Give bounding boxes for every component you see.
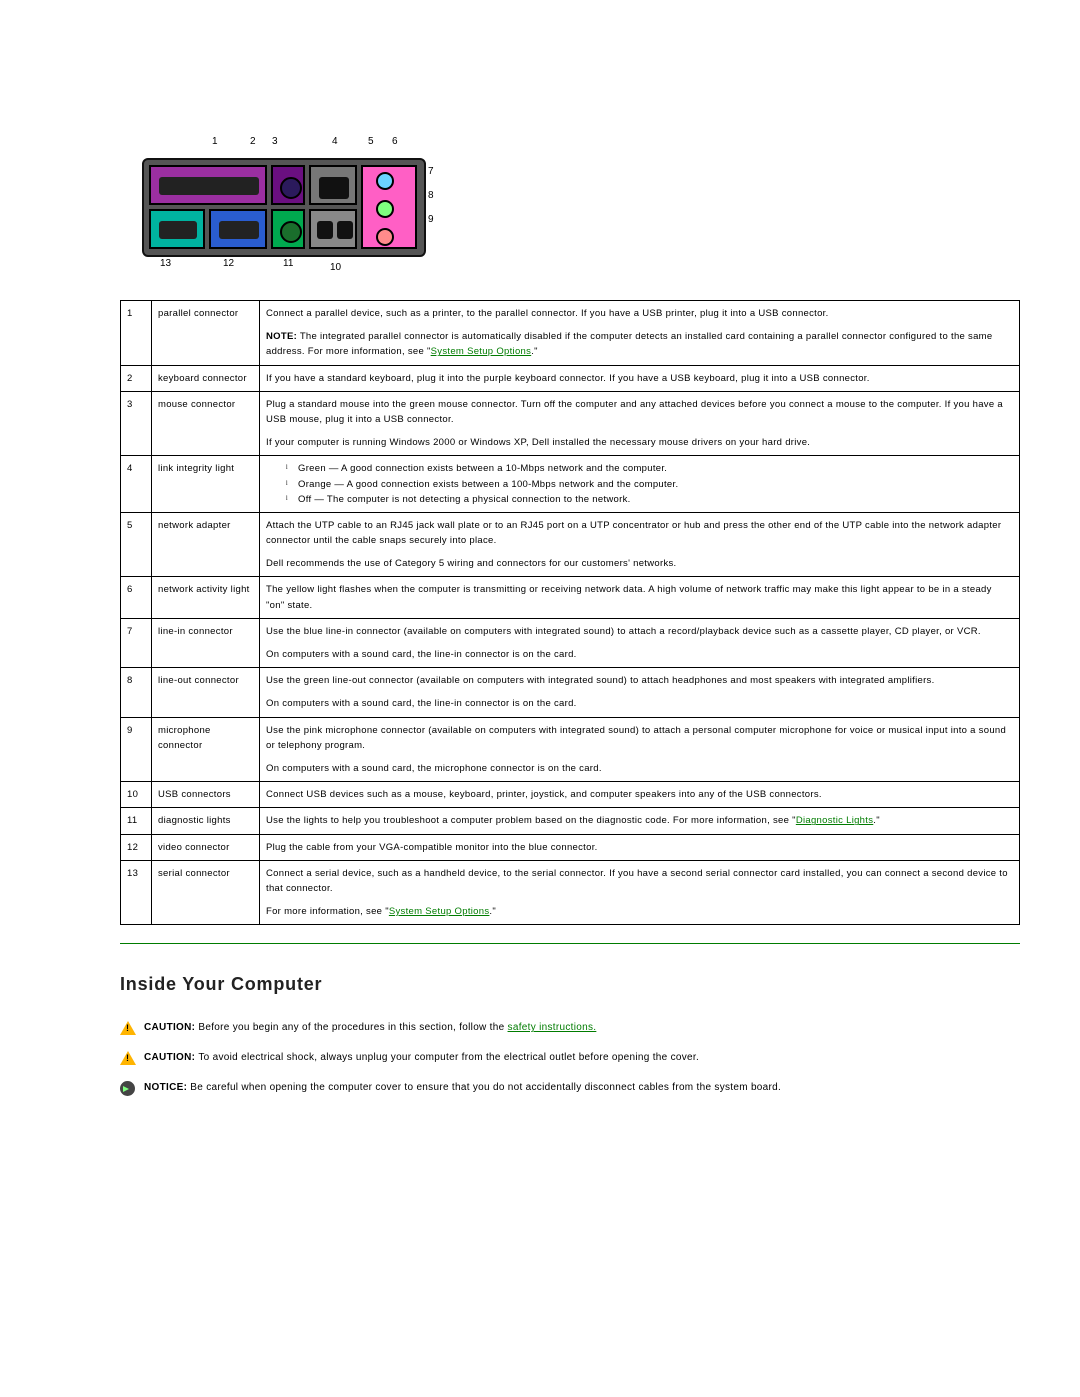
callout-4: 4: [332, 136, 338, 147]
video-port-icon: [209, 209, 267, 249]
section-heading: Inside Your Computer: [120, 974, 1020, 995]
row-number: 5: [121, 512, 152, 577]
notice-alert: NOTICE: Be careful when opening the comp…: [120, 1080, 1020, 1096]
document-page: 1 2 3 4 5 6 7 8 9 10 11 12 13 1 parallel…: [0, 0, 1080, 1170]
row-desc: Connect USB devices such as a mouse, key…: [260, 782, 1020, 808]
system-setup-link[interactable]: System Setup Options: [389, 906, 490, 917]
row-label: link integrity light: [152, 456, 260, 513]
table-row: 11 diagnostic lights Use the lights to h…: [121, 808, 1020, 834]
row-desc: Attach the UTP cable to an RJ45 jack wal…: [260, 512, 1020, 577]
row-label: parallel connector: [152, 301, 260, 366]
row-desc: Use the pink microphone connector (avail…: [260, 717, 1020, 782]
row-desc: Use the lights to help you troubleshoot …: [260, 808, 1020, 834]
callout-3: 3: [272, 136, 278, 147]
notice-icon: [120, 1081, 136, 1096]
parallel-port-icon: [149, 165, 267, 205]
section-divider: [120, 943, 1020, 944]
keyboard-port-icon: [271, 165, 305, 205]
diagnostic-lights-link[interactable]: Diagnostic Lights: [796, 815, 873, 826]
table-row: 9 microphone connector Use the pink micr…: [121, 717, 1020, 782]
connector-diagram: 1 2 3 4 5 6 7 8 9 10 11 12 13: [130, 130, 1020, 270]
line-out-jack-icon: [376, 200, 394, 218]
row-label: network activity light: [152, 577, 260, 618]
callout-9: 9: [428, 214, 434, 225]
row-label: mouse connector: [152, 391, 260, 456]
callout-8: 8: [428, 190, 434, 201]
safety-instructions-link[interactable]: safety instructions.: [508, 1022, 597, 1033]
table-row: 2 keyboard connector If you have a stand…: [121, 365, 1020, 391]
connector-table: 1 parallel connector Connect a parallel …: [120, 300, 1020, 925]
row-desc: Connect a parallel device, such as a pri…: [260, 301, 1020, 366]
row-number: 2: [121, 365, 152, 391]
table-row: 5 network adapter Attach the UTP cable t…: [121, 512, 1020, 577]
row-number: 10: [121, 782, 152, 808]
caution-icon: [120, 1051, 136, 1066]
caution-alert: CAUTION: To avoid electrical shock, alwa…: [120, 1050, 1020, 1066]
callout-13: 13: [160, 258, 171, 269]
callout-6: 6: [392, 136, 398, 147]
table-row: 3 mouse connector Plug a standard mouse …: [121, 391, 1020, 456]
callout-11: 11: [283, 258, 293, 269]
row-number: 3: [121, 391, 152, 456]
row-number: 11: [121, 808, 152, 834]
row-desc: Use the green line-out connector (availa…: [260, 668, 1020, 717]
row-desc: Connect a serial device, such as a handh…: [260, 860, 1020, 925]
row-number: 1: [121, 301, 152, 366]
callout-12: 12: [223, 258, 234, 269]
row-label: line-out connector: [152, 668, 260, 717]
callout-1: 1: [212, 136, 218, 147]
back-panel: [142, 158, 426, 257]
caution-alert: CAUTION: Before you begin any of the pro…: [120, 1020, 1020, 1036]
row-desc: If you have a standard keyboard, plug it…: [260, 365, 1020, 391]
callout-2: 2: [250, 136, 256, 147]
network-port-icon: [309, 165, 357, 205]
table-row: 7 line-in connector Use the blue line-in…: [121, 618, 1020, 667]
table-row: 8 line-out connector Use the green line-…: [121, 668, 1020, 717]
row-number: 6: [121, 577, 152, 618]
table-row: 10 USB connectors Connect USB devices su…: [121, 782, 1020, 808]
table-row: 12 video connector Plug the cable from y…: [121, 834, 1020, 860]
row-label: line-in connector: [152, 618, 260, 667]
system-setup-link[interactable]: System Setup Options: [431, 346, 532, 357]
serial-port-icon: [149, 209, 205, 249]
row-desc: Plug a standard mouse into the green mou…: [260, 391, 1020, 456]
row-desc: Use the blue line-in connector (availabl…: [260, 618, 1020, 667]
table-row: 1 parallel connector Connect a parallel …: [121, 301, 1020, 366]
row-label: USB connectors: [152, 782, 260, 808]
row-number: 12: [121, 834, 152, 860]
callout-5: 5: [368, 136, 374, 147]
table-row: 6 network activity light The yellow ligh…: [121, 577, 1020, 618]
row-number: 8: [121, 668, 152, 717]
row-desc: Green — A good connection exists between…: [260, 456, 1020, 513]
row-number: 9: [121, 717, 152, 782]
row-label: keyboard connector: [152, 365, 260, 391]
table-row: 13 serial connector Connect a serial dev…: [121, 860, 1020, 925]
caution-icon: [120, 1021, 136, 1036]
row-label: diagnostic lights: [152, 808, 260, 834]
mic-jack-icon: [376, 228, 394, 246]
row-label: video connector: [152, 834, 260, 860]
row-label: serial connector: [152, 860, 260, 925]
row-desc: Plug the cable from your VGA-compatible …: [260, 834, 1020, 860]
row-number: 4: [121, 456, 152, 513]
table-row: 4 link integrity light Green — A good co…: [121, 456, 1020, 513]
row-label: network adapter: [152, 512, 260, 577]
callout-7: 7: [428, 166, 434, 177]
line-in-jack-icon: [376, 172, 394, 190]
row-label: microphone connector: [152, 717, 260, 782]
row-number: 13: [121, 860, 152, 925]
row-number: 7: [121, 618, 152, 667]
mouse-port-icon: [271, 209, 305, 249]
row-desc: The yellow light flashes when the comput…: [260, 577, 1020, 618]
callout-10: 10: [330, 262, 341, 273]
usb-port-icon: [309, 209, 357, 249]
